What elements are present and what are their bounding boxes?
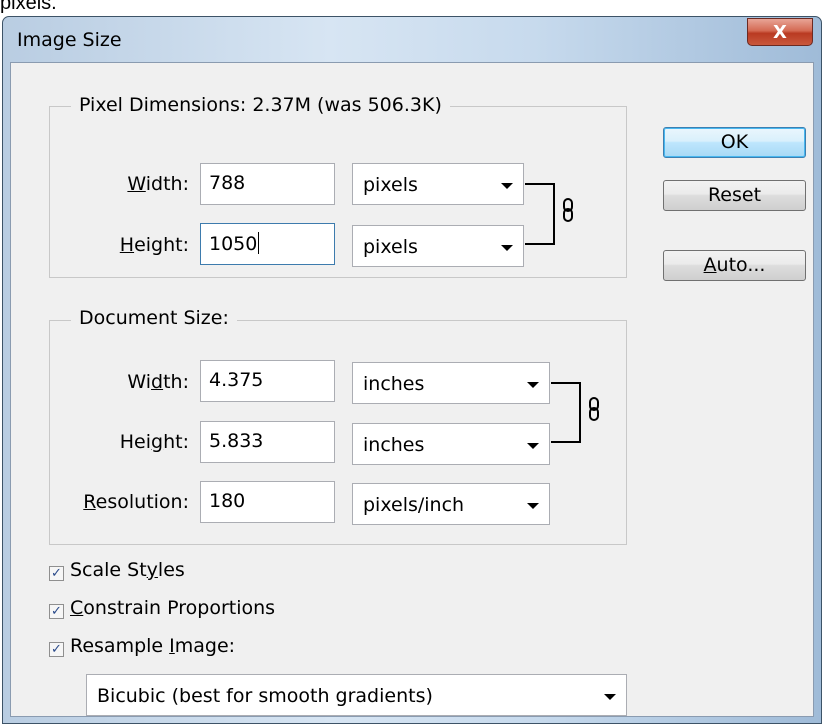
dialog-body: Pixel Dimensions: 2.37M (was 506.3K) Wid… [10,62,814,717]
document-size-legend: Document Size: [71,307,237,329]
text-caret [258,232,260,254]
chain-link-icon[interactable] [562,198,574,222]
pixel-link-bracket [539,183,555,245]
resolution-unit-select[interactable]: pixels/inch [352,483,550,525]
link-bracket-top [525,183,539,185]
link-bracket-bottom [525,243,539,245]
resample-method-select[interactable]: Bicubic (best for smooth gradients) [86,674,627,716]
pixel-height-input[interactable]: 1050 [200,223,335,265]
scale-styles-checkbox[interactable]: ✓ Scale Styles [49,559,185,583]
checkmark-icon[interactable]: ✓ [49,566,64,581]
chevron-down-icon [501,245,513,251]
chevron-down-icon [527,503,539,509]
image-size-dialog: Image Size X Pixel Dimensions: 2.37M (wa… [2,16,822,724]
auto-button[interactable]: Auto... [663,250,806,281]
reset-button[interactable]: Reset [663,180,806,211]
link-bracket-top [551,382,565,384]
pixel-height-label: Height: [119,234,189,256]
title-bar[interactable]: Image Size X [3,17,821,62]
chain-link-icon[interactable] [588,397,600,421]
resolution-input[interactable]: 180 [200,481,335,523]
pixel-width-label: Width: [127,173,189,195]
document-link-bracket [565,382,581,443]
resample-image-checkbox[interactable]: ✓ Resample Image: [49,635,235,659]
pixel-dimensions-legend: Pixel Dimensions: 2.37M (was 506.3K) [71,94,450,116]
constrain-proportions-checkbox[interactable]: ✓ Constrain Proportions [49,597,275,621]
pixel-width-input[interactable]: 788 [200,163,335,205]
document-height-input[interactable]: 5.833 [200,421,335,463]
document-width-unit-select[interactable]: inches [352,362,550,404]
background-caption: pixels. [0,0,57,14]
checkmark-icon[interactable]: ✓ [49,642,64,657]
link-bracket-bottom [551,441,565,443]
pixel-width-unit-select[interactable]: pixels [352,163,524,205]
document-height-label: Height: [119,431,189,453]
close-button[interactable]: X [747,18,813,46]
document-width-input[interactable]: 4.375 [200,360,335,402]
chevron-down-icon [527,382,539,388]
document-width-label: Width: [127,371,189,393]
close-icon: X [773,21,787,43]
pixel-height-unit-select[interactable]: pixels [352,225,524,267]
resolution-label: Resolution: [83,491,189,513]
document-height-unit-select[interactable]: inches [352,423,550,465]
chevron-down-icon [604,694,616,700]
checkmark-icon[interactable]: ✓ [49,604,64,619]
chevron-down-icon [501,183,513,189]
chevron-down-icon [527,443,539,449]
ok-button[interactable]: OK [663,127,806,158]
dialog-title: Image Size [17,29,122,51]
